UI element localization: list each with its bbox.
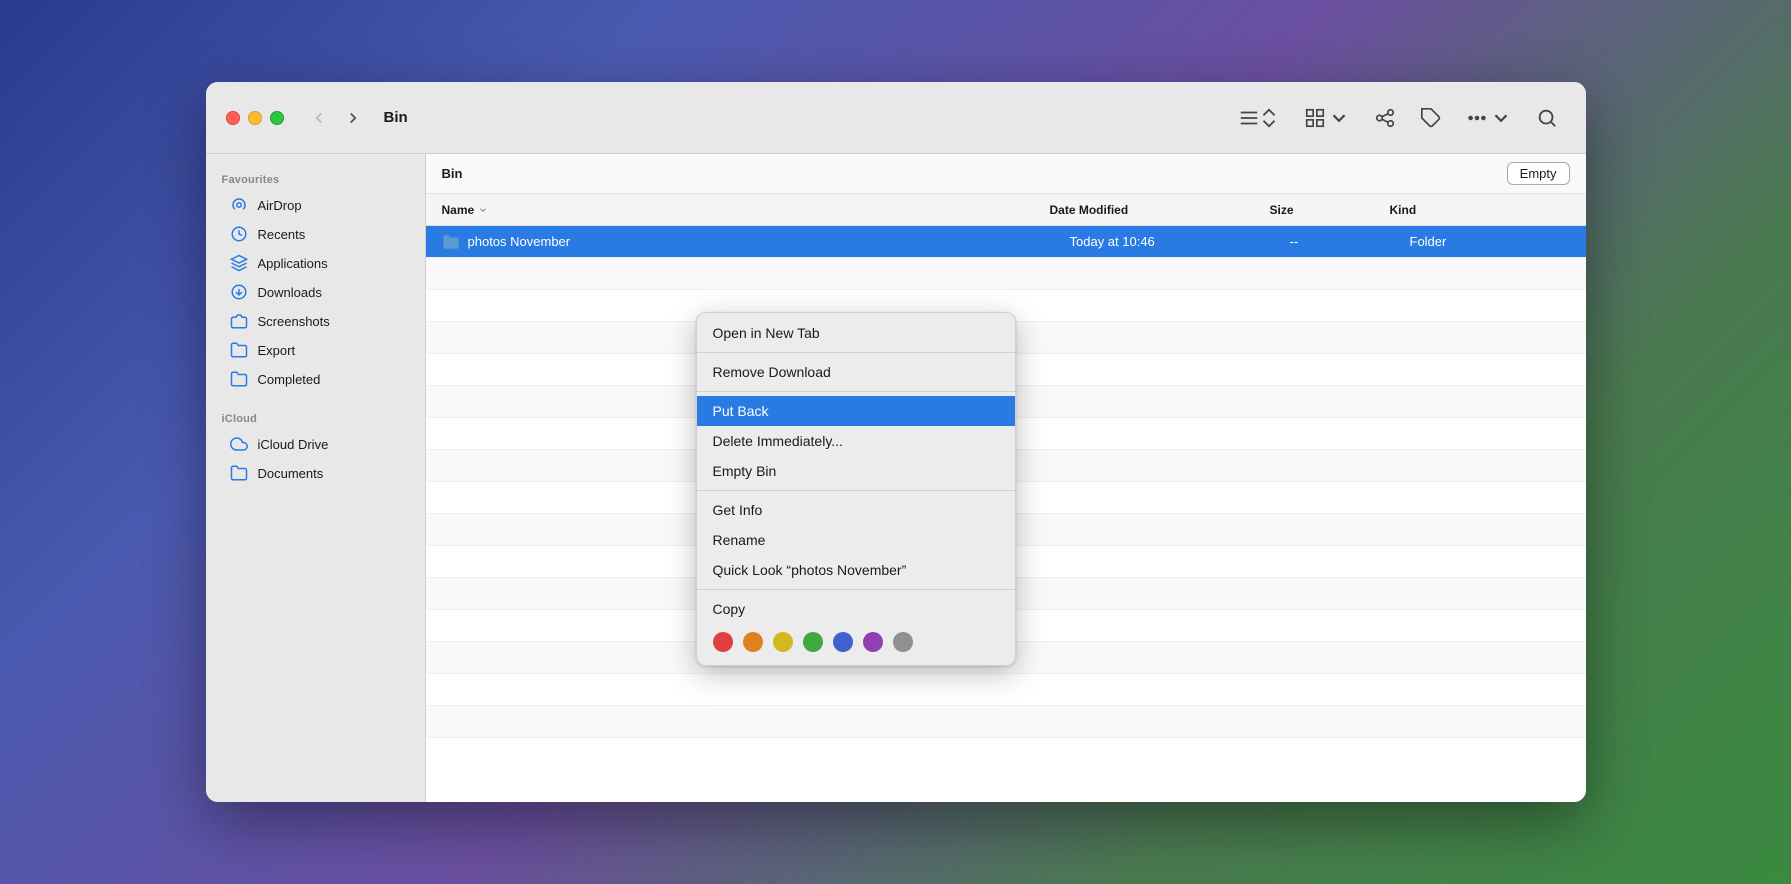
completed-label: Completed <box>258 372 321 387</box>
file-name: photos November <box>468 234 571 249</box>
more-options-button[interactable] <box>1458 101 1520 135</box>
favourites-label: Favourites <box>206 166 425 190</box>
downloads-label: Downloads <box>258 285 322 300</box>
toolbar: Bin <box>206 82 1586 154</box>
context-menu-separator <box>697 352 1015 353</box>
search-icon <box>1536 107 1558 129</box>
applications-label: Applications <box>258 256 328 271</box>
traffic-lights <box>226 111 284 125</box>
chevron-right-icon <box>344 109 362 127</box>
share-icon <box>1374 107 1396 129</box>
finder-window: Bin <box>206 82 1586 802</box>
sidebar-item-icloud-drive[interactable]: iCloud Drive <box>214 430 417 458</box>
context-menu-delete-immediately[interactable]: Delete Immediately... <box>697 426 1015 456</box>
minimize-button[interactable] <box>248 111 262 125</box>
file-name-cell: photos November <box>442 233 1070 251</box>
recents-icon <box>230 225 248 243</box>
color-dot-green[interactable] <box>803 632 823 652</box>
export-label: Export <box>258 343 296 358</box>
file-date: Today at 10:46 <box>1070 234 1290 249</box>
context-menu: Open in New Tab Remove Download Put Back… <box>696 312 1016 666</box>
chevron-left-icon <box>310 109 328 127</box>
documents-label: Documents <box>258 466 324 481</box>
airdrop-icon <box>230 196 248 214</box>
date-column-header[interactable]: Date Modified <box>1050 203 1270 217</box>
sort-down-icon <box>478 205 488 215</box>
forward-button[interactable] <box>338 105 368 131</box>
sidebar-item-completed[interactable]: Completed <box>214 365 417 393</box>
context-menu-get-info[interactable]: Get Info <box>697 495 1015 525</box>
sidebar-item-recents[interactable]: Recents <box>214 220 417 248</box>
list-view-button[interactable] <box>1230 101 1288 135</box>
applications-icon <box>230 254 248 272</box>
completed-folder-icon <box>230 370 248 388</box>
chevron-down-icon2 <box>1490 107 1512 129</box>
file-kind: Folder <box>1410 234 1570 249</box>
grid-view-icon <box>1304 107 1326 129</box>
more-icon <box>1466 107 1488 129</box>
context-menu-empty-bin[interactable]: Empty Bin <box>697 456 1015 486</box>
table-row[interactable] <box>426 674 1586 706</box>
toolbar-actions <box>1230 101 1566 135</box>
screenshots-folder-icon <box>230 312 248 330</box>
icloud-label: iCloud <box>206 405 425 429</box>
airdrop-label: AirDrop <box>258 198 302 213</box>
file-list-header: Name Date Modified Size Kind <box>426 194 1586 226</box>
export-folder-icon <box>230 341 248 359</box>
sidebar: Favourites AirDrop Recents <box>206 154 426 802</box>
icloud-drive-icon <box>230 435 248 453</box>
sidebar-item-downloads[interactable]: Downloads <box>214 278 417 306</box>
recents-label: Recents <box>258 227 306 242</box>
tag-button[interactable] <box>1412 101 1450 135</box>
share-button[interactable] <box>1366 101 1404 135</box>
sidebar-item-documents[interactable]: Documents <box>214 459 417 487</box>
sidebar-item-airdrop[interactable]: AirDrop <box>214 191 417 219</box>
search-button[interactable] <box>1528 101 1566 135</box>
grid-view-button[interactable] <box>1296 101 1358 135</box>
downloads-icon <box>230 283 248 301</box>
tag-icon <box>1420 107 1442 129</box>
context-menu-quick-look[interactable]: Quick Look “photos November” <box>697 555 1015 585</box>
size-column-header[interactable]: Size <box>1270 203 1390 217</box>
window-title: Bin <box>384 109 408 126</box>
screenshots-label: Screenshots <box>258 314 330 329</box>
sort-icon <box>1258 107 1280 129</box>
context-menu-remove-download[interactable]: Remove Download <box>697 357 1015 387</box>
color-label-dots <box>697 624 1015 660</box>
table-row[interactable]: photos November Today at 10:46 -- Folder <box>426 226 1586 258</box>
sidebar-item-export[interactable]: Export <box>214 336 417 364</box>
context-menu-separator2 <box>697 391 1015 392</box>
context-menu-separator4 <box>697 589 1015 590</box>
current-path: Bin <box>442 166 1507 181</box>
documents-folder-icon <box>230 464 248 482</box>
nav-buttons <box>304 105 368 131</box>
close-button[interactable] <box>226 111 240 125</box>
context-menu-rename[interactable]: Rename <box>697 525 1015 555</box>
chevron-down-icon <box>1328 107 1350 129</box>
context-menu-copy[interactable]: Copy <box>697 594 1015 624</box>
color-dot-yellow[interactable] <box>773 632 793 652</box>
kind-column-header[interactable]: Kind <box>1390 203 1550 217</box>
back-button[interactable] <box>304 105 334 131</box>
color-dot-gray[interactable] <box>893 632 913 652</box>
file-size: -- <box>1290 234 1410 249</box>
empty-bin-button[interactable]: Empty <box>1507 162 1570 185</box>
sidebar-item-screenshots[interactable]: Screenshots <box>214 307 417 335</box>
sidebar-item-applications[interactable]: Applications <box>214 249 417 277</box>
color-dot-red[interactable] <box>713 632 733 652</box>
context-menu-put-back[interactable]: Put Back <box>697 396 1015 426</box>
table-row[interactable] <box>426 258 1586 290</box>
color-dot-purple[interactable] <box>863 632 883 652</box>
color-dot-orange[interactable] <box>743 632 763 652</box>
name-column-header[interactable]: Name <box>442 203 1050 217</box>
folder-icon <box>442 233 460 251</box>
context-menu-open-new-tab[interactable]: Open in New Tab <box>697 318 1015 348</box>
maximize-button[interactable] <box>270 111 284 125</box>
icloud-drive-label: iCloud Drive <box>258 437 329 452</box>
context-menu-separator3 <box>697 490 1015 491</box>
location-bar: Bin Empty <box>426 154 1586 194</box>
table-row[interactable] <box>426 706 1586 738</box>
color-dot-blue[interactable] <box>833 632 853 652</box>
list-view-icon <box>1238 107 1260 129</box>
